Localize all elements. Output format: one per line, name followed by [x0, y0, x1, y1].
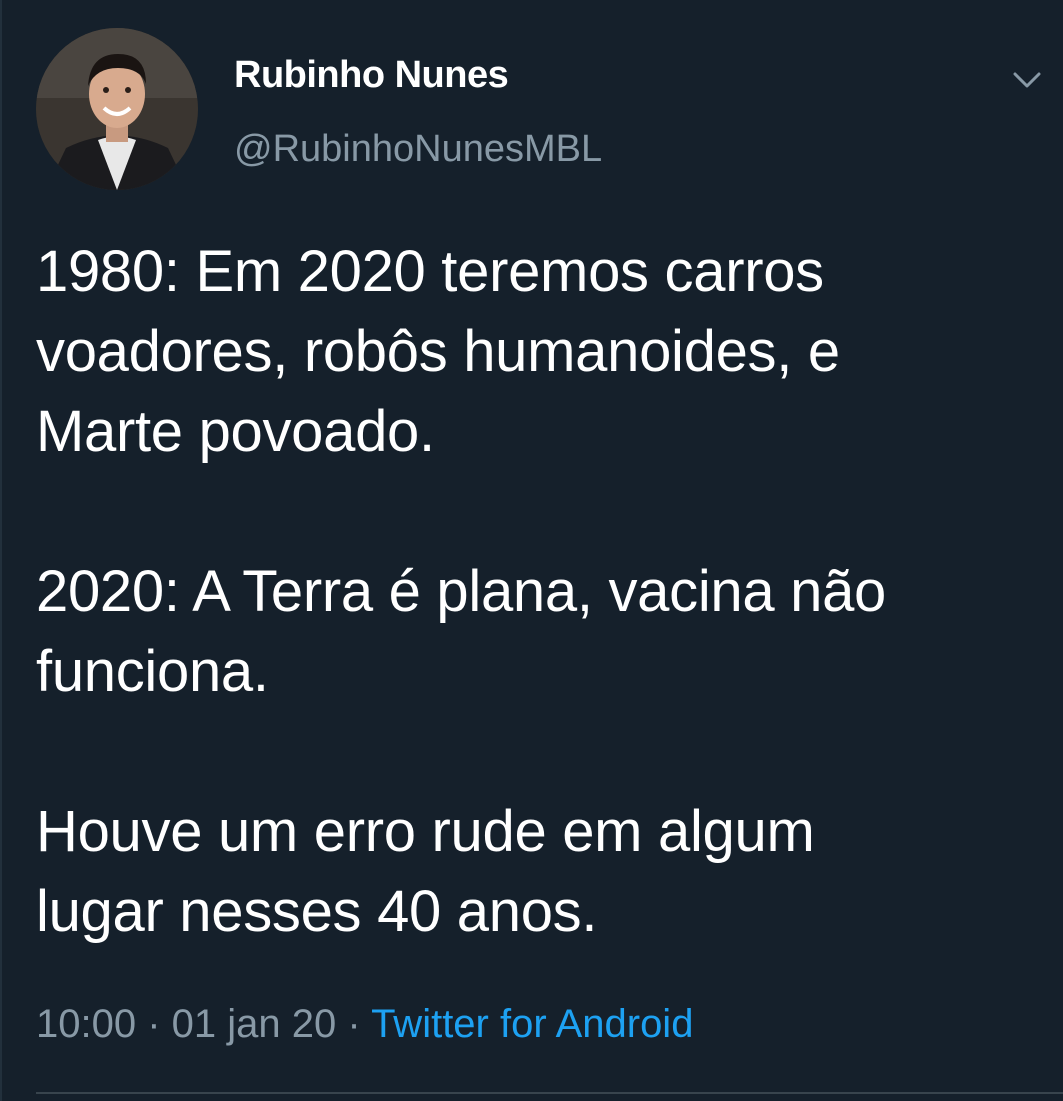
tweet-meta: 10:00 · 01 jan 20 · Twitter for Android [36, 1002, 693, 1047]
tweet-text-line: 2020: A Terra é plana, vacina não [36, 559, 887, 624]
meta-separator: · [136, 1002, 172, 1046]
tweet-header: Rubinho Nunes @RubinhoNunesMBL [36, 28, 1063, 198]
author-handle[interactable]: @RubinhoNunesMBL [234, 128, 602, 171]
chevron-down-icon[interactable] [1011, 64, 1043, 96]
tweet-text-line: Houve um erro rude em algum [36, 799, 815, 864]
avatar-image [36, 28, 198, 190]
author-display-name[interactable]: Rubinho Nunes [234, 54, 509, 97]
tweet-date[interactable]: 01 jan 20 [172, 1002, 337, 1046]
meta-separator: · [336, 1002, 372, 1046]
divider [36, 1092, 1063, 1094]
tweet-text-line: lugar nesses 40 anos. [36, 879, 598, 944]
tweet-text-line: funciona. [36, 639, 269, 704]
tweet-text-line: Marte povoado. [36, 399, 435, 464]
tweet-text-line: voadores, robôs humanoides, e [36, 319, 840, 384]
tweet-text: 1980: Em 2020 teremos carros voadores, r… [36, 232, 1036, 952]
avatar[interactable] [36, 28, 198, 190]
tweet-card: Rubinho Nunes @RubinhoNunesMBL 1980: Em … [0, 0, 1063, 1101]
tweet-source-link[interactable]: Twitter for Android [371, 1002, 693, 1046]
left-border [0, 0, 2, 1101]
tweet-time[interactable]: 10:00 [36, 1002, 136, 1046]
tweet-text-line: 1980: Em 2020 teremos carros [36, 239, 824, 304]
